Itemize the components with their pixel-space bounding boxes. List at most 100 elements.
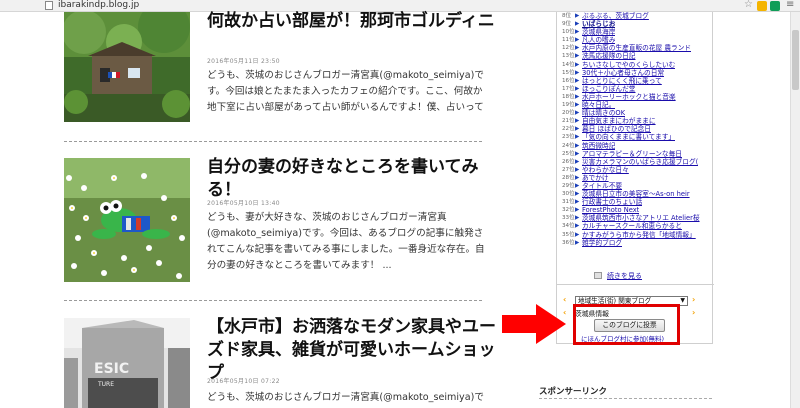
ranking-item[interactable]: 36位 ▶ 雑学的ブログ xyxy=(562,239,708,247)
ranking-item[interactable]: 35位 ▶ かすみがうら市から発信「地域情報」 xyxy=(562,231,708,239)
ranking-item[interactable]: 29位 ▶ タイトル不要 xyxy=(562,182,708,190)
bookmark-star-icon[interactable]: ☆ xyxy=(744,0,753,10)
post-title[interactable]: 自分の妻の好きなところを書いてみる！ xyxy=(207,156,497,202)
ranking-link[interactable]: はっとりにくく飛に乗って xyxy=(582,77,662,85)
ranking-item[interactable]: 16位 ▶ はっとりにくく飛に乗って xyxy=(562,77,708,85)
ranking-link[interactable]: あでかけ xyxy=(582,174,609,182)
ranking-link[interactable]: ちいさなしでやのくらしたいむ xyxy=(582,61,675,69)
rank-number: 28位 xyxy=(562,174,575,181)
ranking-item[interactable]: 24位 ▶ 筑西微時記 xyxy=(562,142,708,150)
rank-arrow-icon: ▶ xyxy=(575,13,580,19)
rank-arrow-icon: ▶ xyxy=(575,239,580,246)
scrollbar-thumb[interactable] xyxy=(792,30,799,90)
ranking-item[interactable]: 11位 ▶ 凡人の嗜み xyxy=(562,36,708,44)
ranking-link[interactable]: かすみがうら市から発信「地域情報」 xyxy=(582,231,696,239)
ranking-link[interactable]: いばらじお xyxy=(582,20,615,28)
rank-number: 31位 xyxy=(562,199,575,206)
ranking-item[interactable]: 18位 ▶ 水戸ホーリーホックと猫と音楽 xyxy=(562,93,708,101)
ranking-link[interactable]: 行政書士のちょい話 xyxy=(582,198,642,206)
ranking-link[interactable]: 洗馬応援隊の日記 xyxy=(582,52,636,60)
extension-icon[interactable] xyxy=(757,1,767,11)
ranking-item[interactable]: 23位 ▶ 「気の向くままに書いてます」 xyxy=(562,133,708,141)
ranking-link[interactable]: 災害カメラマンのいばらき応援ブログ( xyxy=(582,158,698,166)
rank-arrow-icon: ▶ xyxy=(575,207,580,214)
ranking-item[interactable]: 21位 ▶ 自由気ままにわがままに xyxy=(562,117,708,125)
ranking-item[interactable]: 34位 ▶ カルチャースクール和恵らかると xyxy=(562,222,708,230)
scrollbar[interactable] xyxy=(790,12,800,408)
ranking-item[interactable]: 12位 ▶ 水戸内原の生産直販の花屋 農ランド xyxy=(562,44,708,52)
ranking-link[interactable]: 晴は晴きのOK xyxy=(582,109,625,117)
rank-arrow-icon: ▶ xyxy=(575,223,580,230)
chevron-down-icon: ▼ xyxy=(680,297,685,304)
ranking-link[interactable]: 茨城県筑西市小さなアトリエ Atelier桜 xyxy=(582,214,700,222)
ranking-item[interactable]: 10位 ▶ 茨城県海岸 xyxy=(562,28,708,36)
post-excerpt: どうも、妻が大好きな、茨城のおじさんブロガー清宮真(@makoto_seimiy… xyxy=(207,212,485,271)
ranking-link[interactable]: タイトル不要 xyxy=(582,182,622,190)
ranking-link[interactable]: ぶるぶる、茨城ブログ xyxy=(582,12,649,20)
browser-menu-icon[interactable]: ≡ xyxy=(786,0,794,10)
post-divider xyxy=(64,300,482,301)
ranking-link[interactable]: 暮日 ほばひので記念日 xyxy=(582,125,651,133)
rank-number: 23位 xyxy=(562,134,575,141)
url-text[interactable]: ibarakindp.blog.jp xyxy=(58,0,139,11)
ranking-link[interactable]: 暁々日記。 xyxy=(582,101,615,109)
ranking-item[interactable]: 9位 ▶ いばらじお xyxy=(562,20,708,28)
ranking-link[interactable]: 自由気ままにわがままに xyxy=(582,117,656,125)
next-arrow-icon[interactable]: › xyxy=(692,308,695,317)
ranking-link[interactable]: 凡人の嗜み xyxy=(582,36,615,44)
ranking-item[interactable]: 27位 ▶ やわらかな日々 xyxy=(562,166,708,174)
ranking-link[interactable]: カルチャースクール和恵らかると xyxy=(582,222,682,230)
read-more-icon xyxy=(594,272,602,279)
rank-arrow-icon: ▶ xyxy=(575,158,580,165)
rank-arrow-icon: ▶ xyxy=(575,142,580,149)
post-title[interactable]: 何故か占い部屋が！那珂市ゴルディニ xyxy=(207,10,497,33)
ranking-item[interactable]: 19位 ▶ 暁々日記。 xyxy=(562,101,708,109)
post-title[interactable]: 【水戸市】お洒落なモダン家具やユーズド家具、雑貨が可愛いホームショップ xyxy=(207,316,497,385)
ranking-item[interactable]: 13位 ▶ 洗馬応援隊の日記 xyxy=(562,52,708,60)
ranking-item[interactable]: 28位 ▶ あでかけ xyxy=(562,174,708,182)
rank-number: 25位 xyxy=(562,150,575,157)
rank-arrow-icon: ▶ xyxy=(575,191,580,198)
ranking-item[interactable]: 22位 ▶ 暮日 ほばひので記念日 xyxy=(562,125,708,133)
ranking-link[interactable]: ほっこりぽんだ堂 xyxy=(582,85,636,93)
ranking-link[interactable]: 水戸ホーリーホックと猫と音楽 xyxy=(582,93,676,101)
rank-number: 9位 xyxy=(562,21,572,28)
post-thumbnail[interactable] xyxy=(64,158,190,282)
ranking-item[interactable]: 8位 ▶ ぶるぶる、茨城ブログ xyxy=(562,12,708,20)
ranking-item[interactable]: 32位 ▶ ForestPhoto Next xyxy=(562,206,708,214)
read-more-link[interactable]: 続きを見る xyxy=(607,271,642,281)
svg-text:TURE: TURE xyxy=(97,381,114,388)
rank-number: 22位 xyxy=(562,126,575,133)
ranking-item[interactable]: 20位 ▶ 晴は晴きのOK xyxy=(562,109,708,117)
ranking-item[interactable]: 26位 ▶ 災害カメラマンのいばらき応援ブログ( xyxy=(562,158,708,166)
ranking-link[interactable]: 茨城県日立市の美容室〜As-on heir xyxy=(582,190,690,198)
rank-number: 34位 xyxy=(562,223,575,230)
ranking-item[interactable]: 33位 ▶ 茨城県筑西市小さなアトリエ Atelier桜 xyxy=(562,214,708,222)
ranking-item[interactable]: 15位 ▶ 30代＋小心者母さんの日常 xyxy=(562,69,708,77)
ranking-link[interactable]: やわらかな日々 xyxy=(582,166,629,174)
rank-number: 21位 xyxy=(562,118,575,125)
ranking-link[interactable]: 雑学的ブログ xyxy=(582,239,622,247)
sponsor-divider xyxy=(539,398,712,399)
post-thumbnail[interactable]: ESIC TURE xyxy=(64,318,190,408)
post-thumbnail[interactable] xyxy=(64,12,190,122)
ranking-item[interactable]: 17位 ▶ ほっこりぽんだ堂 xyxy=(562,85,708,93)
ranking-link[interactable]: 水戸内原の生産直販の花屋 農ランド xyxy=(582,44,691,52)
blog-ranking-widget: 8位 ▶ ぶるぶる、茨城ブログ 9位 ▶ いばらじお 10位 ▶ 茨城県海岸 11位 ▶ 凡人の嗜み 1… xyxy=(556,12,714,344)
ranking-item[interactable]: 14位 ▶ ちいさなしでやのくらしたいむ xyxy=(562,61,708,69)
ranking-item[interactable]: 31位 ▶ 行政書士のちょい話 xyxy=(562,198,708,206)
ranking-link[interactable]: 「気の向くままに書いてます」 xyxy=(582,133,675,141)
extension-icon[interactable] xyxy=(770,1,780,11)
ranking-link[interactable]: アロマテラピー＆グリーンな毎日 xyxy=(582,150,682,158)
ranking-link[interactable]: 30代＋小心者母さんの日常 xyxy=(582,69,664,77)
rank-arrow-icon: ▶ xyxy=(575,118,580,125)
rank-number: 26位 xyxy=(562,158,575,165)
ranking-link[interactable]: ForestPhoto Next xyxy=(582,206,639,214)
ranking-item[interactable]: 25位 ▶ アロマテラピー＆グリーンな毎日 xyxy=(562,150,708,158)
ranking-item[interactable]: 30位 ▶ 茨城県日立市の美容室〜As-on heir xyxy=(562,190,708,198)
rank-arrow-icon: ▶ xyxy=(575,77,580,84)
rank-number: 27位 xyxy=(562,166,575,173)
next-arrow-icon[interactable]: › xyxy=(692,295,695,304)
ranking-link[interactable]: 茨城県海岸 xyxy=(582,28,615,36)
ranking-link[interactable]: 筑西微時記 xyxy=(582,142,615,150)
